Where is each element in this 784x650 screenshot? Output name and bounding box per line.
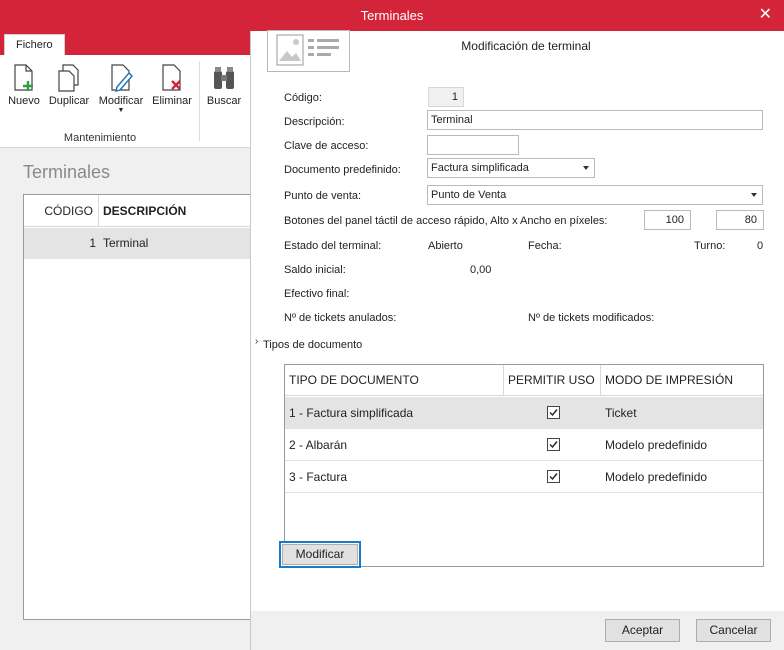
- chevron-down-icon: ▼: [117, 107, 125, 114]
- grid-row-tipo: 1 - Factura simplificada: [289, 406, 414, 420]
- estado-value: Abierto: [428, 240, 463, 252]
- codigo-field: 1: [428, 87, 464, 107]
- column-header-descripcion[interactable]: DESCRIPCIÓN: [103, 195, 186, 227]
- dialog-heading: Modificación de terminal: [461, 39, 591, 53]
- edit-document-icon: [111, 64, 133, 92]
- estado-label: Estado del terminal:: [284, 240, 382, 252]
- section-tipos-documento[interactable]: Tipos de documento: [263, 339, 362, 351]
- ancho-field[interactable]: 80: [716, 210, 764, 230]
- cancel-button[interactable]: Cancelar: [696, 619, 771, 642]
- grid-row[interactable]: 2 - Albarán Modelo predefinido: [285, 429, 763, 461]
- column-header-modo[interactable]: MODO DE IMPRESIÓN: [601, 365, 761, 396]
- clave-label: Clave de acceso:: [284, 140, 369, 152]
- delete-button[interactable]: Eliminar: [150, 63, 194, 107]
- new-document-icon: [14, 64, 33, 91]
- grid-row-tipo: 2 - Albarán: [289, 438, 348, 452]
- search-button-label: Buscar: [206, 95, 242, 107]
- column-header-tipo[interactable]: TIPO DE DOCUMENTO: [285, 365, 504, 396]
- documento-label: Documento predefinido:: [284, 164, 401, 176]
- clave-field[interactable]: [427, 135, 519, 155]
- checkmark-icon: [549, 409, 558, 417]
- grid-row[interactable]: 3 - Factura Modelo predefinido: [285, 461, 763, 493]
- descripcion-label: Descripción:: [284, 116, 345, 128]
- efectivo-label: Efectivo final:: [284, 288, 350, 300]
- binoculars-icon: [214, 67, 234, 89]
- turno-label: Turno:: [694, 240, 726, 252]
- saldo-label: Saldo inicial:: [284, 264, 346, 276]
- search-button[interactable]: Buscar: [205, 63, 243, 107]
- documento-select[interactable]: Factura simplificada: [427, 158, 595, 178]
- grid-row-modo: Ticket: [605, 406, 637, 420]
- anulados-label: Nº de tickets anulados:: [284, 312, 397, 324]
- title-bar: Terminales ✕: [0, 0, 784, 31]
- chevron-down-icon: [583, 166, 589, 170]
- duplicate-icon: [58, 64, 79, 92]
- modify-button-label: Modificar: [282, 544, 358, 565]
- descripcion-field[interactable]: Terminal: [427, 110, 763, 130]
- window-title: Terminales: [360, 8, 424, 23]
- modify-button[interactable]: Modificar: [279, 541, 361, 568]
- ribbon-group-label: Mantenimiento: [63, 132, 137, 144]
- modify-terminal-dialog: Modificación de terminal Código: 1 Descr…: [250, 30, 784, 650]
- checkmark-icon: [549, 473, 558, 481]
- fecha-label: Fecha:: [528, 240, 562, 252]
- image-placeholder-icon: [276, 34, 339, 66]
- punto-venta-select[interactable]: Punto de Venta: [427, 185, 763, 205]
- modify-ribbon-button[interactable]: Modificar ▼: [95, 63, 147, 114]
- modify-ribbon-label: Modificar: [98, 95, 144, 107]
- delete-button-label: Eliminar: [152, 95, 192, 107]
- punto-venta-value: Punto de Venta: [431, 189, 507, 201]
- grid-header: TIPO DE DOCUMENTO PERMITIR USO MODO DE I…: [285, 365, 763, 396]
- chevron-right-icon[interactable]: ›: [255, 336, 258, 347]
- permitir-checkbox[interactable]: [547, 470, 560, 483]
- grid-row[interactable]: 1 - Factura simplificada Ticket: [285, 397, 763, 429]
- grid-row-modo: Modelo predefinido: [605, 470, 708, 484]
- permitir-checkbox[interactable]: [547, 438, 560, 451]
- grid-row-modo: Modelo predefinido: [605, 438, 708, 452]
- terminal-image-placeholder[interactable]: [267, 30, 350, 72]
- grid-row-tipo: 3 - Factura: [289, 470, 348, 484]
- punto-venta-label: Punto de venta:: [284, 190, 362, 202]
- accept-button[interactable]: Aceptar: [605, 619, 680, 642]
- dialog-footer: Aceptar Cancelar: [251, 611, 784, 650]
- table-header: CÓDIGO DESCRIPCIÓN: [24, 195, 251, 227]
- column-header-codigo[interactable]: CÓDIGO: [24, 195, 99, 227]
- ribbon: Nuevo Duplicar Modificar ▼ Eliminar Busc…: [0, 55, 250, 148]
- delete-document-icon: [162, 64, 181, 91]
- document-types-grid: TIPO DE DOCUMENTO PERMITIR USO MODO DE I…: [284, 364, 764, 567]
- permitir-checkbox[interactable]: [547, 406, 560, 419]
- duplicate-button[interactable]: Duplicar: [46, 63, 92, 107]
- table-row[interactable]: 1 Terminal: [24, 228, 251, 259]
- ribbon-separator: [199, 61, 200, 141]
- saldo-value: 0,00: [470, 264, 492, 276]
- chevron-down-icon: [751, 193, 757, 197]
- modificados-label: Nº de tickets modificados:: [528, 312, 655, 324]
- checkmark-icon: [549, 441, 558, 449]
- documento-value: Factura simplificada: [431, 162, 529, 174]
- column-header-permitir[interactable]: PERMITIR USO: [504, 365, 601, 396]
- alto-field[interactable]: 100: [644, 210, 691, 230]
- row-description: Terminal: [103, 236, 149, 250]
- list-title: Terminales: [23, 162, 111, 182]
- new-button-label: Nuevo: [8, 95, 40, 107]
- turno-value: 0: [757, 240, 764, 252]
- tab-fichero[interactable]: Fichero: [4, 34, 65, 56]
- duplicate-button-label: Duplicar: [48, 95, 90, 107]
- codigo-label: Código:: [284, 92, 322, 104]
- terminals-table: CÓDIGO DESCRIPCIÓN 1 Terminal: [23, 194, 251, 620]
- row-code: 1: [89, 236, 96, 250]
- botones-label: Botones del panel táctil de acceso rápid…: [284, 215, 608, 227]
- close-icon[interactable]: ✕: [759, 4, 772, 24]
- new-button[interactable]: Nuevo: [6, 63, 42, 107]
